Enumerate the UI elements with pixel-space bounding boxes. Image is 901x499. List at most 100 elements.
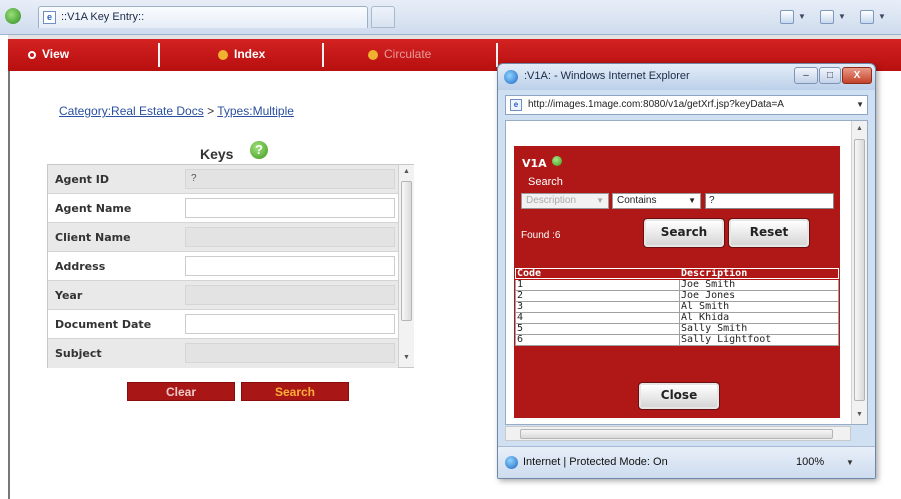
popup-status-bar: Internet | Protected Mode: On 100% ▼ bbox=[498, 446, 875, 478]
popup-vertical-scrollbar[interactable]: ▲ ▼ bbox=[851, 121, 867, 424]
ie-page-icon: e bbox=[510, 99, 522, 111]
feeds-icon bbox=[820, 10, 834, 24]
table-row[interactable]: 2 Joe Jones bbox=[515, 290, 839, 302]
description-cell: Al Khida bbox=[681, 312, 730, 323]
code-cell: 1 bbox=[517, 279, 524, 290]
print-icon bbox=[860, 10, 874, 24]
zoom-level[interactable]: 100% bbox=[796, 456, 824, 468]
home-icon bbox=[780, 10, 794, 24]
nav-divider bbox=[322, 43, 324, 67]
description-cell: Sally Smith bbox=[681, 323, 748, 334]
description-cell: Sally Lightfoot bbox=[681, 334, 772, 345]
table-row[interactable]: 3 Al Smith bbox=[515, 301, 839, 313]
agent-id-field[interactable]: ? bbox=[185, 169, 395, 189]
chevron-down-icon: ▼ bbox=[878, 12, 886, 21]
results-header: Code Description bbox=[515, 268, 839, 279]
code-cell: 5 bbox=[517, 323, 524, 334]
client-name-field[interactable] bbox=[185, 227, 395, 247]
maximize-button[interactable]: □ bbox=[819, 67, 841, 84]
scrollbar-thumb[interactable] bbox=[520, 429, 833, 439]
cell-divider bbox=[679, 291, 680, 301]
via-status-icon bbox=[552, 156, 562, 166]
chevron-down-icon: ▼ bbox=[688, 196, 696, 205]
browser-tab[interactable]: e ::V1A Key Entry:: bbox=[38, 6, 368, 28]
popup-title: :V1A: - Windows Internet Explorer bbox=[524, 70, 690, 82]
description-cell: Al Smith bbox=[681, 301, 730, 312]
document-date-label: Document Date bbox=[55, 318, 152, 331]
home-button[interactable]: ▼ bbox=[780, 8, 806, 26]
cell-divider bbox=[679, 302, 680, 312]
chevron-down-icon: ▼ bbox=[798, 12, 806, 21]
code-cell: 3 bbox=[517, 301, 524, 312]
description-cell: Joe Smith bbox=[681, 279, 736, 290]
popup-content: V1A Search Description ▼ Contains ▼ ? Foun… bbox=[505, 120, 868, 425]
code-cell: 6 bbox=[517, 334, 524, 345]
scroll-down-icon[interactable]: ▼ bbox=[854, 410, 865, 420]
print-button[interactable]: ▼ bbox=[860, 8, 886, 26]
breadcrumb-separator: > bbox=[207, 104, 215, 118]
breadcrumb-types-link[interactable]: Types:Multiple bbox=[217, 104, 294, 118]
year-label: Year bbox=[55, 289, 83, 302]
key-row-document-date: Document Date bbox=[48, 310, 398, 339]
year-field[interactable] bbox=[185, 285, 395, 305]
help-icon[interactable]: ? bbox=[250, 141, 268, 159]
feeds-button[interactable]: ▼ bbox=[820, 8, 846, 26]
popup-horizontal-scrollbar[interactable] bbox=[505, 426, 851, 441]
table-row[interactable]: 5 Sally Smith bbox=[515, 323, 839, 335]
description-cell: Joe Jones bbox=[681, 290, 736, 301]
scrollbar-thumb[interactable] bbox=[854, 139, 865, 401]
key-row-agent-id: Agent ID ? bbox=[48, 165, 398, 194]
description-column-header: Description bbox=[681, 268, 748, 279]
nav-circulate[interactable]: Circulate bbox=[368, 43, 431, 69]
tab-title: ::V1A Key Entry:: bbox=[61, 11, 145, 23]
keys-form: Agent ID ? Agent Name Client Name Addres… bbox=[47, 164, 414, 368]
cell-divider bbox=[679, 280, 680, 290]
nav-view[interactable]: View bbox=[28, 43, 69, 69]
address-field[interactable] bbox=[185, 256, 395, 276]
subject-label: Subject bbox=[55, 347, 102, 360]
key-row-agent-name: Agent Name bbox=[48, 194, 398, 223]
scrollbar-thumb[interactable] bbox=[401, 181, 412, 321]
lookup-popup-window: :V1A: - Windows Internet Explorer – □ X … bbox=[497, 63, 876, 479]
breadcrumb-category-link[interactable]: Category:Real Estate Docs bbox=[59, 104, 204, 118]
key-row-year: Year bbox=[48, 281, 398, 310]
field-select[interactable]: Description ▼ bbox=[521, 193, 609, 209]
found-count: Found :6 bbox=[521, 230, 561, 241]
agent-name-field[interactable] bbox=[185, 198, 395, 218]
nav-index[interactable]: Index bbox=[218, 43, 265, 69]
clear-button[interactable]: Clear bbox=[127, 382, 235, 401]
address-label: Address bbox=[55, 260, 106, 273]
subject-field[interactable] bbox=[185, 343, 395, 363]
table-row[interactable]: 1 Joe Smith bbox=[515, 279, 839, 291]
keys-scrollbar[interactable]: ▲ ▼ bbox=[398, 165, 414, 367]
address-bar[interactable]: e http://images.1mage.com:8080/v1a/getXr… bbox=[505, 95, 868, 115]
key-row-client-name: Client Name bbox=[48, 223, 398, 252]
index-icon bbox=[218, 49, 228, 60]
popup-titlebar[interactable]: :V1A: - Windows Internet Explorer – □ X bbox=[498, 64, 875, 90]
key-row-subject: Subject bbox=[48, 339, 398, 368]
window-close-button[interactable]: X bbox=[842, 67, 872, 84]
popup-reset-button[interactable]: Reset bbox=[728, 218, 810, 248]
key-row-address: Address bbox=[48, 252, 398, 281]
chevron-down-icon[interactable]: ▼ bbox=[846, 458, 854, 467]
circulate-icon bbox=[368, 49, 378, 60]
search-button[interactable]: Search bbox=[241, 382, 349, 401]
scroll-down-icon[interactable]: ▼ bbox=[401, 353, 412, 363]
new-tab-button[interactable] bbox=[371, 6, 395, 28]
table-row[interactable]: 6 Sally Lightfoot bbox=[515, 334, 839, 346]
popup-close-button[interactable]: Close bbox=[638, 382, 720, 410]
operator-select[interactable]: Contains ▼ bbox=[612, 193, 701, 209]
scroll-up-icon[interactable]: ▲ bbox=[401, 167, 412, 177]
via-search-panel: V1A Search Description ▼ Contains ▼ ? Foun… bbox=[514, 146, 840, 418]
favorites-star-icon[interactable] bbox=[5, 8, 21, 24]
search-value-input[interactable]: ? bbox=[705, 193, 834, 209]
popup-search-button[interactable]: Search bbox=[643, 218, 725, 248]
minimize-button[interactable]: – bbox=[794, 67, 818, 84]
nav-divider bbox=[496, 43, 498, 67]
magnifier-icon bbox=[28, 50, 36, 59]
scroll-up-icon[interactable]: ▲ bbox=[854, 124, 865, 134]
chevron-down-icon[interactable]: ▼ bbox=[856, 96, 864, 114]
keys-title: Keys bbox=[200, 146, 234, 162]
document-date-field[interactable] bbox=[185, 314, 395, 334]
table-row[interactable]: 4 Al Khida bbox=[515, 312, 839, 324]
